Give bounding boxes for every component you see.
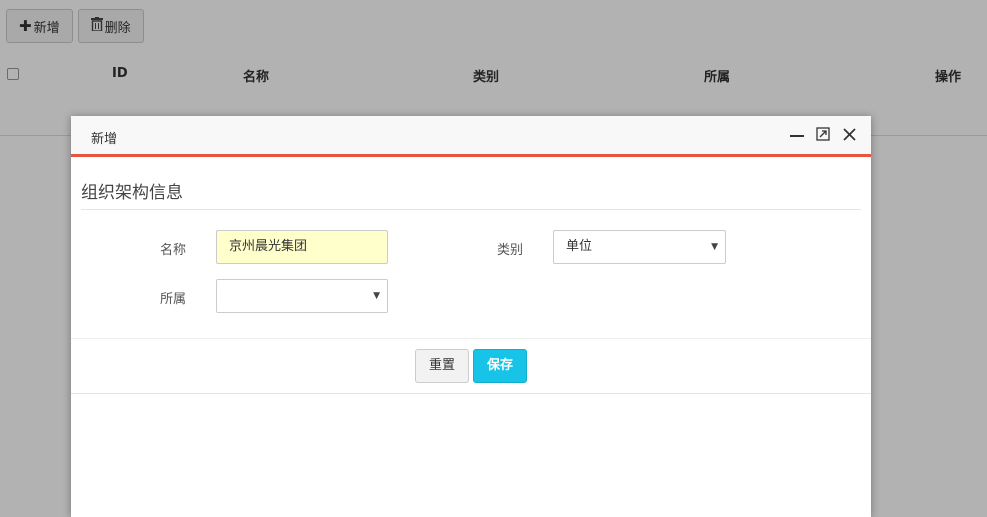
add-dialog: 新增 组织架构信息 名称 京州晨光集团 类别 单位 ▼ 所属 ▼ 重置 保存 xyxy=(71,116,871,517)
save-button[interactable]: 保存 xyxy=(473,349,527,383)
category-select-value: 单位 xyxy=(566,239,593,254)
form-divider xyxy=(71,338,871,339)
section-title: 组织架构信息 xyxy=(81,183,183,203)
maximize-icon[interactable] xyxy=(815,126,831,142)
name-field[interactable]: 京州晨光集团 xyxy=(216,230,388,264)
parent-label: 所属 xyxy=(159,292,186,307)
footer-divider xyxy=(71,393,871,394)
dialog-title: 新增 xyxy=(91,132,118,147)
dialog-header: 新增 xyxy=(71,116,871,157)
category-select[interactable]: 单位 ▼ xyxy=(553,230,726,264)
reset-button[interactable]: 重置 xyxy=(415,349,469,383)
dialog-controls xyxy=(789,126,857,142)
parent-select[interactable]: ▼ xyxy=(216,279,388,313)
chevron-down-icon: ▼ xyxy=(373,291,380,301)
category-label: 类别 xyxy=(496,243,523,258)
close-icon[interactable] xyxy=(841,126,857,142)
minimize-icon[interactable] xyxy=(789,126,805,142)
chevron-down-icon: ▼ xyxy=(711,242,718,252)
name-label: 名称 xyxy=(159,243,186,258)
section-divider xyxy=(81,209,861,210)
